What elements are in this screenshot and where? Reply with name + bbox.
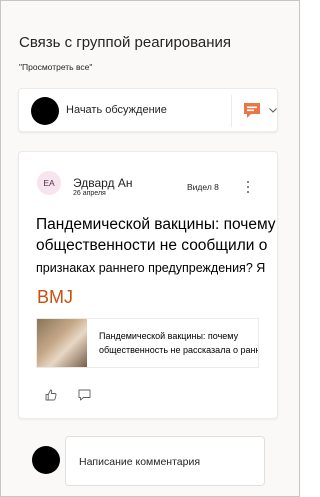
- comment-placeholder: Написание комментария: [79, 456, 201, 468]
- user-avatar: [32, 446, 60, 474]
- page-title: Связь с группой реагирования: [19, 34, 232, 51]
- link-title-line-2[interactable]: общественность не рассказала о ранней: [99, 345, 258, 355]
- comment-input[interactable]: Написание комментария: [65, 436, 265, 486]
- user-avatar: [31, 97, 59, 125]
- see-all-link[interactable]: "Просмотреть все": [19, 62, 92, 72]
- headline-line-1: Пандемической вакцины: почему: [36, 216, 276, 233]
- more-options-icon[interactable]: [245, 180, 251, 194]
- headline-line-2: общественности не сообщили о: [36, 237, 268, 254]
- headline-line-3: признаках раннего предупреждения? Я: [36, 261, 266, 275]
- post-date: 26 апреля: [73, 190, 106, 197]
- divider: [231, 95, 232, 127]
- link-preview-card[interactable]: Пандемической вакцины: почему общественн…: [36, 318, 259, 368]
- source-label: BMJ: [37, 287, 73, 307]
- chevron-down-icon[interactable]: [268, 105, 278, 115]
- link-title-line-1[interactable]: Пандемической вакцины: почему: [99, 331, 258, 341]
- comment-icon[interactable]: [78, 389, 91, 401]
- author-avatar[interactable]: EA: [37, 171, 61, 195]
- author-name[interactable]: Эдвард Ан: [73, 176, 133, 190]
- post-headline: Пандемической вакцины: почему общественн…: [36, 214, 276, 256]
- like-icon[interactable]: [45, 389, 57, 401]
- link-thumbnail[interactable]: [37, 319, 87, 367]
- panel: Связь с группой реагирования "Просмотрет…: [0, 0, 300, 497]
- post-card: EA Эдвард Ан 26 апреля Видел 8 Пандемиче…: [18, 151, 278, 419]
- start-discussion-label[interactable]: Начать обсуждение: [66, 104, 167, 116]
- chat-bubble-icon[interactable]: [242, 100, 262, 120]
- seen-by-count[interactable]: Видел 8: [187, 182, 219, 192]
- start-discussion-card[interactable]: Начать обсуждение: [18, 88, 278, 132]
